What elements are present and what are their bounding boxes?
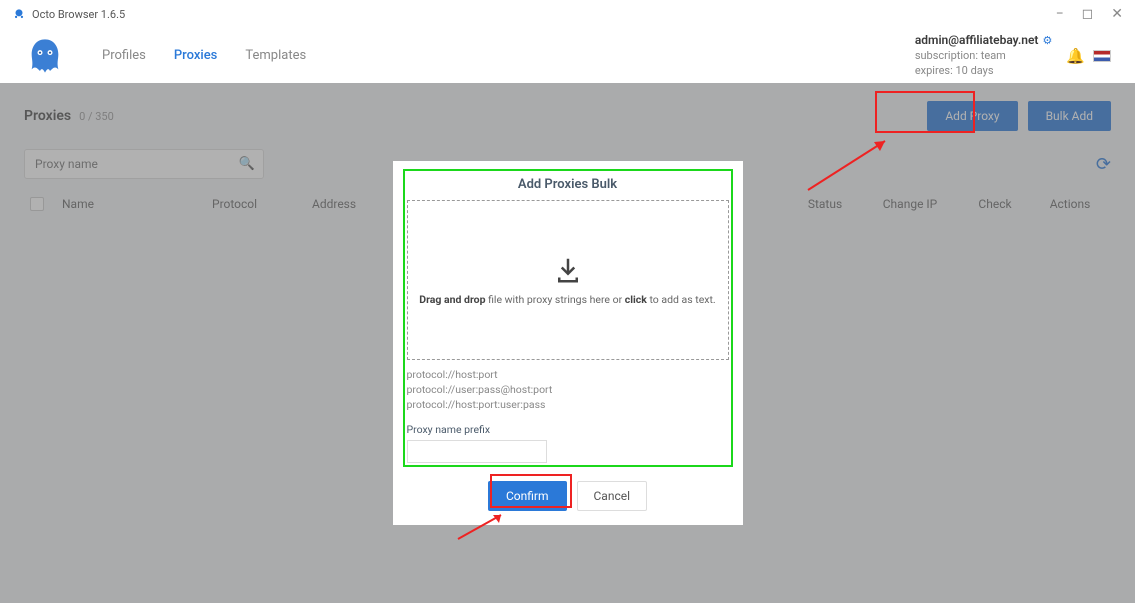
download-icon xyxy=(553,255,583,285)
content-area: Proxies 0 / 350 Add Proxy Bulk Add 🔍 ⟳ N… xyxy=(0,83,1135,603)
nav-templates[interactable]: Templates xyxy=(245,48,306,63)
column-status: Status xyxy=(785,197,865,214)
search-input[interactable] xyxy=(24,149,264,179)
dropzone[interactable]: Drag and drop file with proxy strings he… xyxy=(407,200,729,360)
app-icon xyxy=(12,7,26,21)
window-title: Octo Browser 1.6.5 xyxy=(32,8,125,21)
app-header: Profiles Proxies Templates admin@affilia… xyxy=(0,28,1135,83)
minimize-icon[interactable]: − xyxy=(1056,6,1064,22)
column-name: Name xyxy=(62,197,212,214)
bulk-add-button[interactable]: Bulk Add xyxy=(1028,101,1111,131)
format-hints: protocol://host:port protocol://user:pas… xyxy=(407,368,729,412)
search-icon[interactable]: 🔍 xyxy=(239,157,255,172)
user-info: admin@affiliatebay.net⚙ subscription: te… xyxy=(915,32,1053,79)
modal-title: Add Proxies Bulk xyxy=(407,177,729,192)
close-icon[interactable]: ✕ xyxy=(1111,6,1123,22)
page-title: Proxies xyxy=(24,108,71,124)
add-proxy-button[interactable]: Add Proxy xyxy=(927,101,1017,131)
window-titlebar: Octo Browser 1.6.5 − ◻ ✕ xyxy=(0,0,1135,28)
column-changeip: Change IP xyxy=(865,197,955,214)
prefix-label: Proxy name prefix xyxy=(407,423,729,436)
column-protocol: Protocol xyxy=(212,197,312,214)
column-actions: Actions xyxy=(1035,197,1105,214)
confirm-button[interactable]: Confirm xyxy=(488,481,567,511)
logo-icon xyxy=(24,35,66,77)
subscription-label: subscription: team xyxy=(915,49,1053,64)
nav-proxies[interactable]: Proxies xyxy=(174,48,217,63)
dropzone-text: Drag and drop file with proxy strings he… xyxy=(419,293,715,306)
refresh-icon[interactable]: ⟳ xyxy=(1096,154,1111,175)
expires-label: expires: 10 days xyxy=(915,64,1053,79)
annotation-green-box: Add Proxies Bulk Drag and drop file with… xyxy=(403,169,733,466)
nav-profiles[interactable]: Profiles xyxy=(102,48,146,63)
bulk-add-modal: Add Proxies Bulk Drag and drop file with… xyxy=(393,161,743,524)
select-all-checkbox[interactable] xyxy=(30,197,44,211)
flag-icon[interactable] xyxy=(1093,50,1111,62)
proxy-count: 0 / 350 xyxy=(79,110,114,123)
gear-icon[interactable]: ⚙ xyxy=(1042,34,1052,47)
user-email: admin@affiliatebay.net xyxy=(915,33,1039,47)
prefix-input[interactable] xyxy=(407,440,547,463)
column-check: Check xyxy=(955,197,1035,214)
bell-icon[interactable]: 🔔 xyxy=(1066,47,1085,65)
maximize-icon[interactable]: ◻ xyxy=(1082,6,1094,22)
cancel-button[interactable]: Cancel xyxy=(577,481,648,511)
